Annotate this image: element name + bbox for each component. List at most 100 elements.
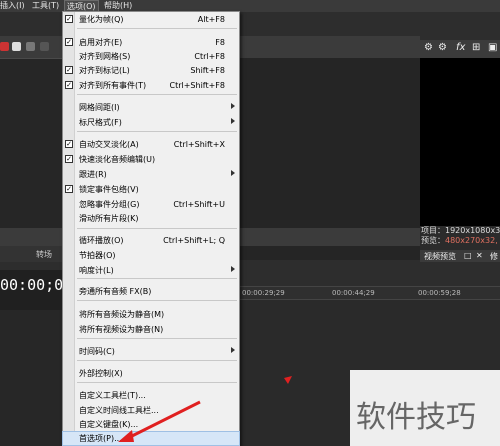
record-icon[interactable]: [0, 42, 9, 51]
middle-panel-footer: [240, 228, 420, 246]
menu-item-customize-keyboard[interactable]: 自定义键盘(K)...: [63, 418, 239, 431]
menu-separator: [77, 28, 237, 29]
submenu-arrow-icon: [231, 170, 235, 176]
menu-item-customize-timeline-toolbar[interactable]: 自定义时间线工具栏...: [63, 404, 239, 417]
menu-item-label: 忽略事件分组(G): [79, 200, 140, 209]
menu-item-snap-to-grid[interactable]: 对齐到网格(S) Ctrl+F8: [63, 50, 239, 63]
menu-item-time-code[interactable]: 时间码(C): [63, 345, 239, 358]
menu-item-shortcut: Ctrl+F8: [194, 52, 225, 61]
menu-item-label: 网格间距(I): [79, 103, 120, 112]
project-info: 项目：1920x1080x32: [421, 226, 500, 235]
checkmark-icon: ✓: [65, 81, 73, 89]
overlay-icon[interactable]: ⊞: [472, 42, 480, 53]
submenu-arrow-icon: [231, 103, 235, 109]
menu-item-label: 自定义时间线工具栏...: [79, 406, 159, 415]
checkmark-icon: ✓: [65, 66, 73, 74]
menu-item-label: 滑动所有片段(K): [79, 214, 139, 223]
menu-item-enable-snapping[interactable]: ✓ 启用对齐(E) F8: [63, 36, 239, 49]
checkmark-icon: ✓: [65, 38, 73, 46]
tab-transitions[interactable]: 转场: [36, 249, 52, 260]
menu-separator: [77, 94, 237, 95]
settings-icon[interactable]: [40, 42, 49, 51]
ruler-tick: 00:00:59;28: [418, 289, 461, 297]
menu-item-label: 对齐到所有事件(T): [79, 81, 147, 90]
menu-item-label: 循环播放(O): [79, 236, 124, 245]
menu-insert[interactable]: 插入(I): [0, 0, 25, 12]
menu-item-shortcut: Ctrl+Shift+L; Q: [163, 236, 225, 245]
menu-item-preferences[interactable]: 首选项(P)...: [62, 431, 240, 446]
menu-item-label: 标尺格式(F): [79, 118, 122, 127]
preview-info-value: 480x270x32, 2: [445, 236, 500, 245]
menu-item-label: 量化为帧(Q): [79, 15, 124, 24]
menu-item-label: 旁通所有音频 FX(B): [79, 287, 152, 296]
menu-item-label: 启用对齐(E): [79, 38, 123, 47]
menu-item-loudness-meters[interactable]: 响度计(L): [63, 264, 239, 277]
menu-tools[interactable]: 工具(T): [32, 0, 59, 12]
menu-separator: [77, 131, 237, 132]
split-screen-icon[interactable]: ⚙: [438, 42, 447, 53]
menu-item-grid-spacing[interactable]: 网格间距(I): [63, 101, 239, 114]
timeline-ruler[interactable]: 00:00:29;29 00:00:44;29 00:00:59;28: [240, 286, 500, 300]
menu-item-ruler-format[interactable]: 标尺格式(F): [63, 116, 239, 129]
timecode-display: 00:00;00: [0, 270, 72, 310]
menu-item-snap-to-all-events[interactable]: ✓ 对齐到所有事件(T) Ctrl+Shift+F8: [63, 79, 239, 92]
fx-icon[interactable]: fx: [456, 42, 465, 53]
menu-separator: [77, 278, 237, 279]
menu-item-mute-all-audio[interactable]: 将所有音频设为静音(M): [63, 308, 239, 321]
media-icon[interactable]: [12, 42, 21, 51]
menu-item-metronome[interactable]: 节拍器(O): [63, 249, 239, 262]
preview-info-label: 预览：: [421, 236, 445, 245]
menu-separator: [77, 338, 237, 339]
submenu-arrow-icon: [231, 118, 235, 124]
menu-item-loop-playback[interactable]: 循环播放(O) Ctrl+Shift+L; Q: [63, 234, 239, 247]
menu-item-lock-envelopes[interactable]: ✓ 锁定事件包络(V): [63, 183, 239, 196]
middle-toolbar: [240, 36, 420, 58]
menu-item-quantize-to-frames[interactable]: ✓ 量化为帧(Q) Alt+F8: [63, 13, 239, 26]
menu-separator: [77, 360, 237, 361]
menu-item-label: 时间码(C): [79, 347, 115, 356]
menu-separator: [77, 300, 237, 301]
menu-item-bypass-audio-fx[interactable]: 旁通所有音频 FX(B): [63, 285, 239, 298]
menu-item-label: 将所有音频设为静音(M): [79, 310, 165, 319]
preview-toolbar: ⚙ ⚙ fx ⊞ ▣: [420, 40, 500, 58]
menu-item-label: 对齐到标记(L): [79, 66, 130, 75]
menu-item-label: 跟进(R): [79, 170, 107, 179]
left-tabs-row: 转场: [0, 246, 62, 262]
menu-item-label: 快速淡化音频编辑(U): [79, 155, 156, 164]
checkmark-icon: ✓: [65, 140, 73, 148]
menu-item-shortcut: Ctrl+Shift+X: [173, 140, 225, 149]
watermark: 软件技巧: [350, 370, 500, 446]
right-tabs-row: 视频预览 □ ✕ 修: [420, 250, 500, 262]
menu-item-label: 自定义工具栏(T)...: [79, 391, 146, 400]
menu-item-shortcut: Alt+F8: [197, 15, 225, 24]
menu-item-label: 自定义键盘(K)...: [79, 420, 139, 429]
gear-icon[interactable]: ⚙: [424, 42, 433, 53]
menu-item-quick-fades-audio[interactable]: ✓ 快速淡化音频编辑(U): [63, 153, 239, 166]
menu-item-snap-to-markers[interactable]: ✓ 对齐到标记(L) Shift+F8: [63, 64, 239, 77]
delete-icon[interactable]: [26, 42, 35, 51]
menu-item-external-control[interactable]: 外部控制(X): [63, 367, 239, 380]
menu-item-ripple[interactable]: 跟进(R): [63, 168, 239, 181]
project-media-panel: [0, 58, 62, 228]
menu-item-label: 锁定事件包络(V): [79, 185, 139, 194]
tab-close-icon[interactable]: □: [464, 251, 472, 260]
left-panel-footer: [0, 228, 62, 246]
menu-item-ignore-event-grouping[interactable]: 忽略事件分组(G) Ctrl+Shift+U: [63, 198, 239, 211]
ruler-tick: 00:00:29;29: [242, 289, 285, 297]
copy-icon[interactable]: ▣: [488, 42, 497, 53]
close-icon[interactable]: ✕: [476, 251, 483, 260]
menu-item-label: 外部控制(X): [79, 369, 123, 378]
menu-item-label: 首选项(P)...: [79, 434, 122, 443]
menu-item-label: 自动交叉淡化(A): [79, 140, 139, 149]
menu-item-mute-all-video[interactable]: 将所有视频设为静音(N): [63, 323, 239, 336]
menu-item-auto-crossfades[interactable]: ✓ 自动交叉淡化(A) Ctrl+Shift+X: [63, 138, 239, 151]
tab-video-preview[interactable]: 视频预览: [424, 251, 456, 262]
menu-item-customize-toolbar[interactable]: 自定义工具栏(T)...: [63, 389, 239, 402]
menu-separator: [77, 228, 237, 229]
submenu-arrow-icon: [231, 266, 235, 272]
tab-next[interactable]: 修: [490, 251, 498, 262]
menu-item-shortcut: Ctrl+Shift+F8: [169, 81, 225, 90]
preview-info-line: 预览：480x270x32, 2: [420, 236, 500, 246]
checkmark-icon: ✓: [65, 185, 73, 193]
menu-item-slide-all-clips[interactable]: 滑动所有片段(K): [63, 212, 239, 225]
